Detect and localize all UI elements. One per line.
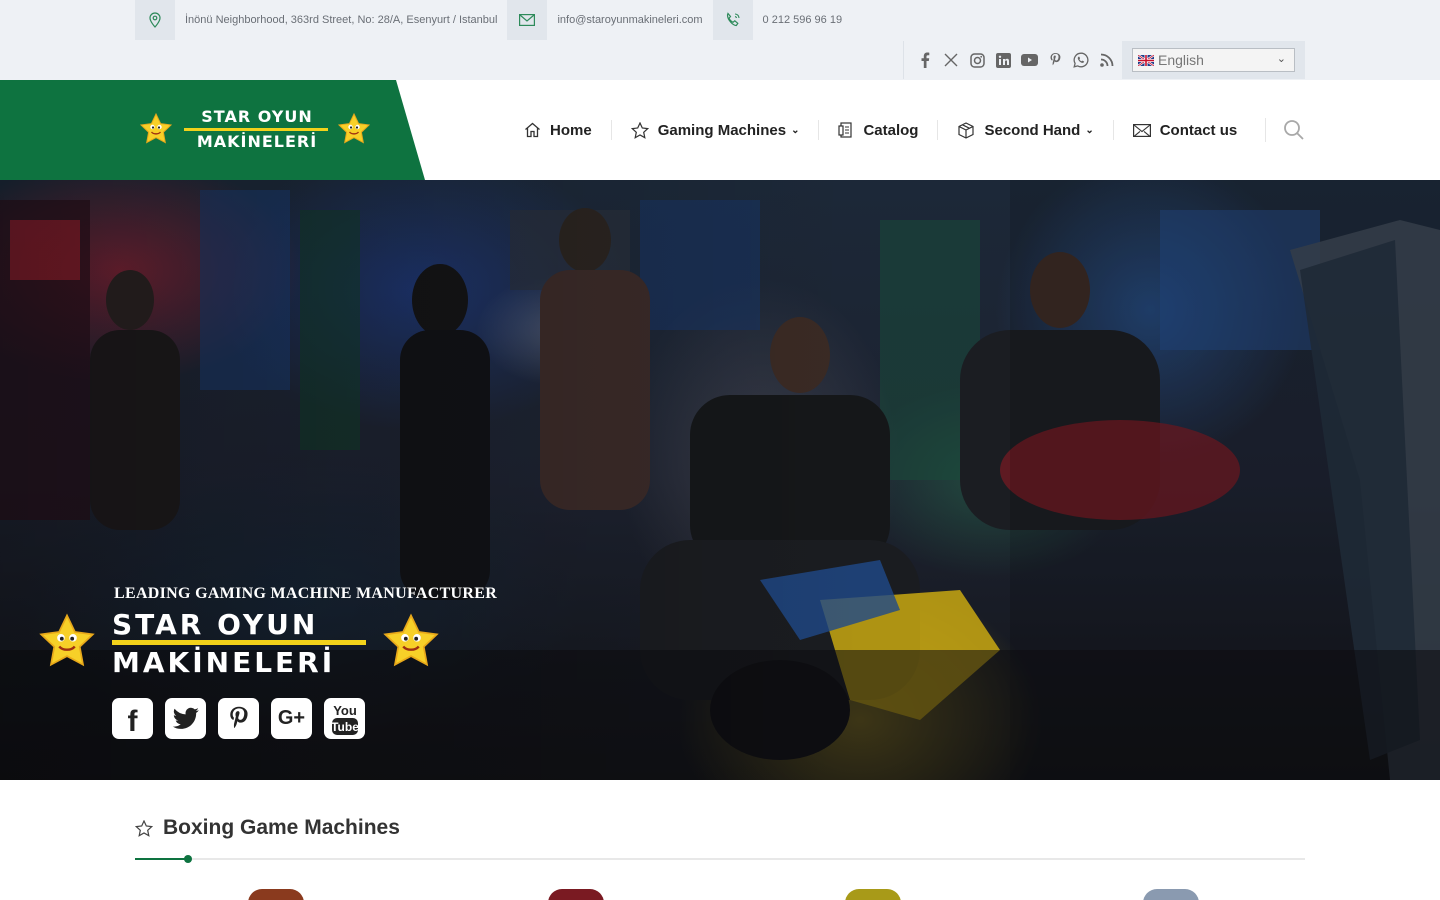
envelope-icon xyxy=(507,0,548,40)
product-thumbnail[interactable] xyxy=(248,889,304,900)
hero-logo-line-2: MAKİNELERİ xyxy=(112,646,336,679)
nav-contact[interactable]: Contact us xyxy=(1112,120,1257,140)
star-mascot-icon xyxy=(383,613,439,667)
nav-second-hand-label: Second Hand xyxy=(984,121,1081,139)
logo-line-2: MAKİNELERİ xyxy=(196,132,318,151)
logo-block[interactable]: STAR OYUN MAKİNELERİ xyxy=(0,80,425,180)
phone-item[interactable]: 0 212 596 96 19 xyxy=(712,0,853,40)
address-item: İnönü Neighborhood, 363rd Street, No: 28… xyxy=(135,0,507,40)
logo-underline xyxy=(184,128,328,131)
email-item[interactable]: info@staroyunmakineleri.com xyxy=(507,0,712,40)
main-header: STAR OYUN MAKİNELERİ Home Gaming Machine… xyxy=(0,80,1440,180)
star-mascot-icon xyxy=(39,613,95,667)
hero-logo-line-1: STAR OYUN xyxy=(112,608,319,641)
chevron-down-icon: ⌄ xyxy=(1085,124,1094,136)
language-label: English xyxy=(1158,52,1204,68)
youtube-icon[interactable]: You Tube xyxy=(324,698,365,739)
x-icon[interactable] xyxy=(938,47,964,73)
facebook-icon[interactable]: f xyxy=(112,698,153,739)
language-switcher: English ⌄ xyxy=(1122,41,1305,79)
nav-catalog-label: Catalog xyxy=(863,121,919,139)
section-title: Boxing Game Machines xyxy=(163,816,400,839)
logo-line-1: STAR OYUN xyxy=(201,107,313,126)
nav-gaming-machines-label: Gaming Machines xyxy=(657,121,787,139)
star-icon xyxy=(135,819,153,837)
facebook-icon[interactable] xyxy=(912,47,938,73)
language-select[interactable]: English ⌄ xyxy=(1132,48,1295,72)
catalog-icon xyxy=(838,121,854,139)
phone-link[interactable]: 0 212 596 96 19 xyxy=(753,14,853,26)
hero-social-links: f G+ You Tube xyxy=(112,698,365,739)
site-logo[interactable]: STAR OYUN MAKİNELERİ xyxy=(138,104,373,156)
section-divider-dot xyxy=(184,855,192,863)
search-icon xyxy=(1284,120,1304,140)
nav-catalog[interactable]: Catalog xyxy=(818,120,937,140)
linkedin-icon[interactable] xyxy=(990,47,1016,73)
section-divider xyxy=(135,858,1305,860)
rss-icon[interactable] xyxy=(1094,47,1120,73)
product-thumbnail[interactable] xyxy=(845,889,901,900)
hero-logo: STAR OYUN MAKİNELERİ xyxy=(36,608,446,680)
hero-overlay xyxy=(0,180,1440,780)
chevron-down-icon: ⌄ xyxy=(791,124,800,136)
uk-flag-icon xyxy=(1138,54,1154,66)
product-thumbnail[interactable] xyxy=(548,889,604,900)
hero-logo-underline xyxy=(112,640,366,645)
youtube-icon[interactable] xyxy=(1016,47,1042,73)
phone-icon xyxy=(712,0,753,40)
top-bar: İnönü Neighborhood, 363rd Street, No: 28… xyxy=(0,0,1440,80)
address-text: İnönü Neighborhood, 363rd Street, No: 28… xyxy=(185,14,498,26)
nav-home[interactable]: Home xyxy=(505,120,611,140)
nav-home-label: Home xyxy=(550,121,592,139)
nav-contact-label: Contact us xyxy=(1159,121,1238,139)
svg-text:Tube: Tube xyxy=(331,720,359,734)
box-icon xyxy=(957,121,975,139)
star-mascot-icon xyxy=(337,112,371,144)
email-link[interactable]: info@staroyunmakineleri.com xyxy=(547,14,712,26)
section-divider-accent xyxy=(135,858,189,860)
star-mascot-icon xyxy=(139,112,173,144)
contact-info-row: İnönü Neighborhood, 363rd Street, No: 28… xyxy=(135,0,852,40)
pinterest-icon[interactable] xyxy=(218,698,259,739)
chevron-down-icon: ⌄ xyxy=(1276,53,1286,65)
home-icon xyxy=(524,122,541,138)
twitter-icon[interactable] xyxy=(165,698,206,739)
star-icon xyxy=(630,121,649,139)
nav-second-hand[interactable]: Second Hand ⌄ xyxy=(937,120,1112,140)
nav-gaming-machines[interactable]: Gaming Machines ⌄ xyxy=(610,120,819,140)
hero-tagline: LEADING GAMING MACHINE MANUFACTURER xyxy=(114,585,498,602)
product-thumbnail[interactable] xyxy=(1143,889,1199,900)
whatsapp-icon[interactable] xyxy=(1068,47,1094,73)
instagram-icon[interactable] xyxy=(964,47,990,73)
search-button[interactable] xyxy=(1265,118,1305,142)
svg-text:You: You xyxy=(333,703,357,718)
pinterest-icon[interactable] xyxy=(1042,47,1068,73)
hero-banner: LEADING GAMING MACHINE MANUFACTURER STAR… xyxy=(0,180,1440,780)
section-header: Boxing Game Machines xyxy=(135,816,400,840)
google-plus-icon[interactable]: G+ xyxy=(271,698,312,739)
envelope-icon xyxy=(1132,123,1151,137)
main-nav: Home Gaming Machines ⌄ Catalog Second Ha… xyxy=(505,80,1256,180)
location-pin-icon xyxy=(135,0,175,40)
social-links xyxy=(903,41,1120,79)
